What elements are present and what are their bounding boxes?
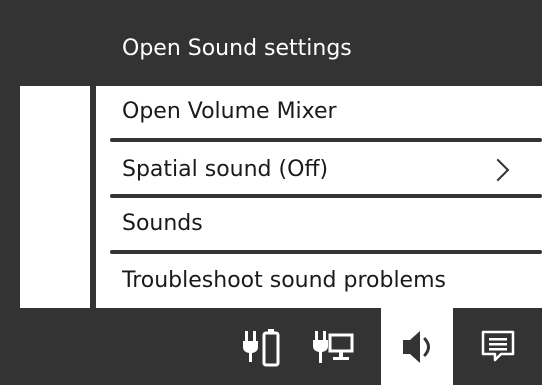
battery-button[interactable] [226,308,298,385]
context-menu: Open Volume Mixer Spatial sound (Off) So… [96,86,542,308]
open-sound-settings-item[interactable]: Open Sound settings [96,20,536,78]
menu-item-label: Open Volume Mixer [122,99,337,124]
menu-item-label: Sounds [122,211,203,236]
menu-divider [110,138,542,142]
notification-button[interactable] [462,308,534,385]
menu-item-label: Spatial sound (Off) [122,157,329,182]
battery-plug-icon [243,328,280,366]
menu-item-label: Troubleshoot sound problems [122,268,446,293]
open-sound-settings-label: Open Sound settings [122,36,352,61]
sound-context-menu-window: Open Sound settings Open Volume Mixer Sp… [0,0,542,385]
network-button[interactable] [298,308,370,385]
network-plug-icon [313,330,354,363]
menu-item-open-volume-mixer[interactable]: Open Volume Mixer [96,86,542,138]
menu-item-troubleshoot[interactable]: Troubleshoot sound problems [96,254,542,308]
menu-item-spatial-sound[interactable]: Spatial sound (Off) [96,144,542,196]
menu-item-sounds[interactable]: Sounds [96,198,542,250]
left-blank-panel [20,86,90,308]
speaker-icon [403,330,430,363]
taskbar [0,308,542,385]
notification-icon [481,330,515,361]
volume-button[interactable] [381,308,453,385]
chevron-right-icon [486,158,510,182]
